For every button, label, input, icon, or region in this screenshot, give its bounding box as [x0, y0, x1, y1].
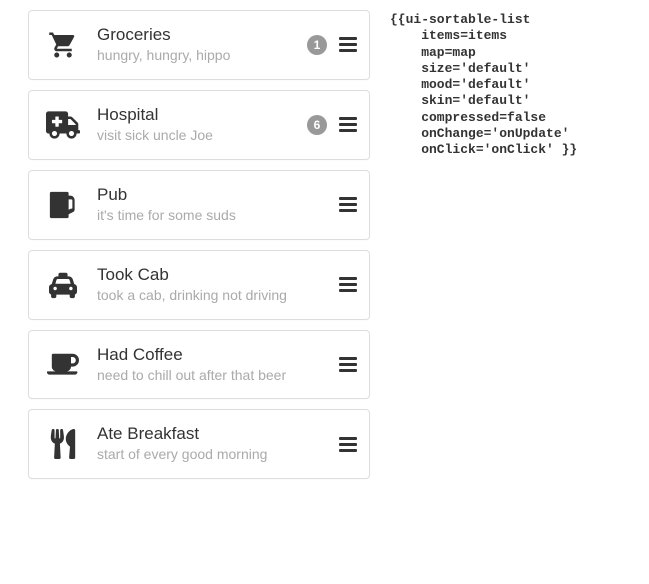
drag-handle-icon[interactable]: [339, 277, 357, 292]
count-badge: 1: [307, 35, 327, 55]
cart-icon: [43, 30, 83, 60]
code-snippet: {{ui-sortable-list items=items map=map s…: [390, 10, 577, 158]
drag-handle-icon[interactable]: [339, 437, 357, 452]
coffee-icon: [43, 351, 83, 379]
sortable-list: Groceries hungry, hungry, hippo 1 Hospit…: [10, 10, 370, 479]
list-item-subtitle: hungry, hungry, hippo: [97, 46, 293, 65]
list-item-subtitle: took a cab, drinking not driving: [97, 286, 325, 305]
list-item[interactable]: Groceries hungry, hungry, hippo 1: [28, 10, 370, 80]
list-item-subtitle: it's time for some suds: [97, 206, 325, 225]
drag-handle-icon[interactable]: [339, 117, 357, 132]
list-item-title: Had Coffee: [97, 345, 325, 365]
list-item-title: Groceries: [97, 25, 293, 45]
utensils-icon: [43, 429, 83, 459]
list-item-title: Pub: [97, 185, 325, 205]
drag-handle-icon[interactable]: [339, 357, 357, 372]
list-item-title: Ate Breakfast: [97, 424, 325, 444]
list-item[interactable]: Ate Breakfast start of every good mornin…: [28, 409, 370, 479]
list-item[interactable]: Took Cab took a cab, drinking not drivin…: [28, 250, 370, 320]
count-badge: 6: [307, 115, 327, 135]
ambulance-icon: [43, 111, 83, 139]
drag-handle-icon[interactable]: [339, 37, 357, 52]
list-item[interactable]: Had Coffee need to chill out after that …: [28, 330, 370, 400]
list-item-title: Hospital: [97, 105, 293, 125]
drag-handle-icon[interactable]: [339, 197, 357, 212]
list-item-title: Took Cab: [97, 265, 325, 285]
list-item-subtitle: start of every good morning: [97, 445, 325, 464]
list-item-subtitle: visit sick uncle Joe: [97, 126, 293, 145]
list-item[interactable]: Hospital visit sick uncle Joe 6: [28, 90, 370, 160]
list-item-subtitle: need to chill out after that beer: [97, 366, 325, 385]
beer-icon: [43, 190, 83, 220]
list-item[interactable]: Pub it's time for some suds: [28, 170, 370, 240]
taxi-icon: [43, 271, 83, 299]
